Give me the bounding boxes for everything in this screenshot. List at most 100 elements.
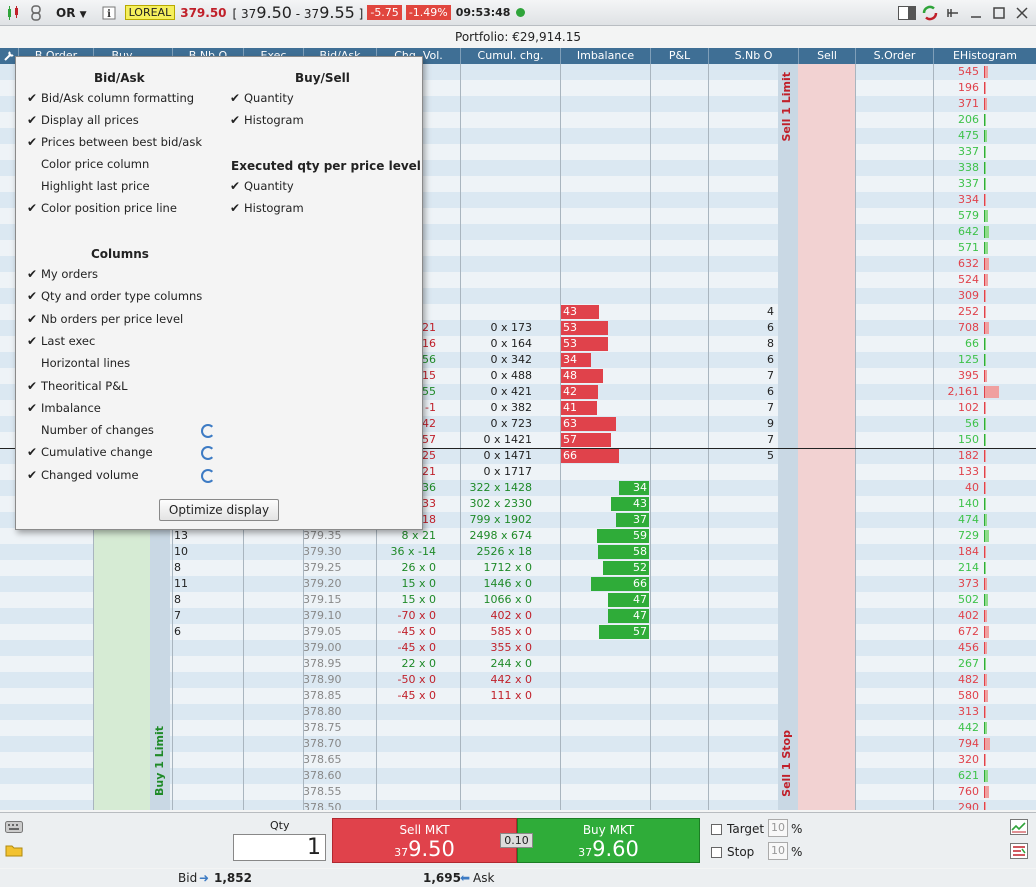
reset-icon[interactable] [201,468,215,483]
column-header-7[interactable]: Imbalance [560,48,650,64]
setting-option[interactable]: ✔ Quantity [230,90,294,106]
price-level[interactable]: 378.55 [303,784,373,800]
column-header-12[interactable]: EHistogram [933,48,1036,64]
setting-option[interactable]: ✔ Changed volume [27,467,139,483]
sell-order-column[interactable] [778,64,798,810]
checkmark-icon: ✔ [230,91,241,105]
column-header-9[interactable]: S.Nb O [708,48,798,64]
price-level[interactable]: 378.65 [303,752,373,768]
setting-option[interactable]: ✔ Theoritical P&L [27,378,128,394]
column-header-10[interactable]: Sell [798,48,855,64]
setting-option[interactable]: ✔ Histogram [230,112,304,128]
setting-label: Nb orders per price level [41,311,184,326]
price-level[interactable]: 378.60 [303,768,373,784]
price-level[interactable]: 379.25 [303,560,373,576]
cumulative-change: 2526 x 18 [476,545,533,558]
stop-checkbox[interactable] [711,847,722,858]
refresh-sync-icon[interactable] [920,3,940,23]
target-checkbox[interactable] [711,824,722,835]
setting-option[interactable]: Color price column [41,156,149,172]
price-level[interactable]: 378.90 [303,672,373,688]
histogram-bar [984,82,986,94]
histogram-value: 2,161 [947,385,980,398]
price-level[interactable]: 378.75 [303,720,373,736]
price-level[interactable]: 378.95 [303,656,373,672]
quantity-input[interactable]: 1 [233,834,326,861]
price-level[interactable]: 378.85 [303,688,373,704]
chart-settings-icon[interactable] [1010,843,1028,862]
setting-option[interactable]: Number of changes [41,422,154,438]
sell-price-prefix: 37 [394,846,409,859]
histogram-value: 442 [958,721,979,734]
link-chain-icon[interactable] [26,3,46,23]
histogram-value: 524 [958,273,979,286]
sell-stop-order-label[interactable]: Sell 1 Stop [780,730,793,797]
column-header-8[interactable]: P&L [650,48,708,64]
reset-icon[interactable] [201,446,215,461]
sell-nb-orders: 6 [767,321,774,334]
setting-option[interactable]: ✔ Histogram [230,200,304,216]
price-level[interactable]: 378.80 [303,704,373,720]
histogram-bar [984,546,986,558]
chart-check-icon[interactable] [1010,819,1028,838]
maximize-icon[interactable] [989,3,1009,23]
buy-market-button[interactable]: Buy MKT 379.60 [517,818,700,863]
stop-pct-input[interactable]: 10 [768,842,788,860]
price-level[interactable]: 378.70 [303,736,373,752]
candlestick-chart-icon[interactable] [3,3,23,23]
sell-limit-order-label[interactable]: Sell 1 Limit [780,72,793,142]
setting-label: Histogram [244,113,304,127]
setting-option[interactable]: ✔ Cumulative change [27,444,153,460]
setting-option[interactable]: ✔ Qty and order type columns [27,288,202,304]
column-header-6[interactable]: Cumul. chg. [460,48,560,64]
price-level[interactable]: 379.15 [303,592,373,608]
setting-option[interactable]: ✔ Imbalance [27,400,101,416]
sell-market-button[interactable]: Sell MKT 379.50 [332,818,517,863]
minimize-icon[interactable] [966,3,986,23]
setting-option[interactable]: ✔ Prices between best bid/ask [27,134,202,150]
checkmark-icon: ✔ [230,201,241,215]
setting-option[interactable]: ✔ Color position price line [27,200,177,216]
optimize-display-button[interactable]: Optimize display [159,499,279,521]
keyboard-icon[interactable] [5,821,23,836]
setting-option[interactable]: ✔ My orders [27,266,98,282]
folder-icon[interactable] [5,843,23,860]
info-icon[interactable]: i [99,3,119,23]
ask-prefix: 37 [303,7,320,21]
cumulative-change: 1066 x 0 [483,593,533,606]
target-pct-input[interactable]: 10 [768,819,788,837]
price-level[interactable]: 379.35 [303,528,373,544]
price-level[interactable]: 379.20 [303,576,373,592]
histogram-value: 371 [958,97,979,110]
histogram-value: 313 [958,705,979,718]
price-level[interactable]: 379.05 [303,624,373,640]
instrument-name-tag: LOREAL [124,5,176,20]
setting-option[interactable]: ✔ Nb orders per price level [27,311,184,327]
setting-option[interactable]: Horizontal lines [41,355,130,371]
sell-button-label: Sell MKT [399,823,450,837]
price-level[interactable]: 379.10 [303,608,373,624]
price-level[interactable]: 378.50 [303,800,373,810]
histogram-bar [984,402,986,414]
setting-label: Imbalance [41,400,101,415]
setting-option[interactable]: ✔ Quantity [230,178,294,194]
setting-label: Quantity [244,179,294,193]
changed-volume: 15 x 0 [401,577,437,590]
setting-label: Changed volume [41,467,139,482]
imbalance-bar: 66 [561,449,619,463]
price-level[interactable]: 379.00 [303,640,373,656]
symbol-selector[interactable]: OR ▼ [56,6,87,20]
layout-panel-icon[interactable] [897,3,917,23]
buy-limit-order-label[interactable]: Buy 1 Limit [153,726,166,796]
price-level[interactable]: 379.30 [303,544,373,560]
pin-icon[interactable] [943,3,963,23]
histogram-bar [984,98,987,110]
close-icon[interactable] [1012,3,1032,23]
sell-nb-orders: 7 [767,433,774,446]
setting-option[interactable]: ✔ Bid/Ask column formatting [27,90,194,106]
setting-option[interactable]: Highlight last price [41,178,150,194]
setting-option[interactable]: ✔ Last exec [27,333,95,349]
reset-icon[interactable] [201,424,215,439]
setting-option[interactable]: ✔ Display all prices [27,112,139,128]
column-header-11[interactable]: S.Order [855,48,933,64]
